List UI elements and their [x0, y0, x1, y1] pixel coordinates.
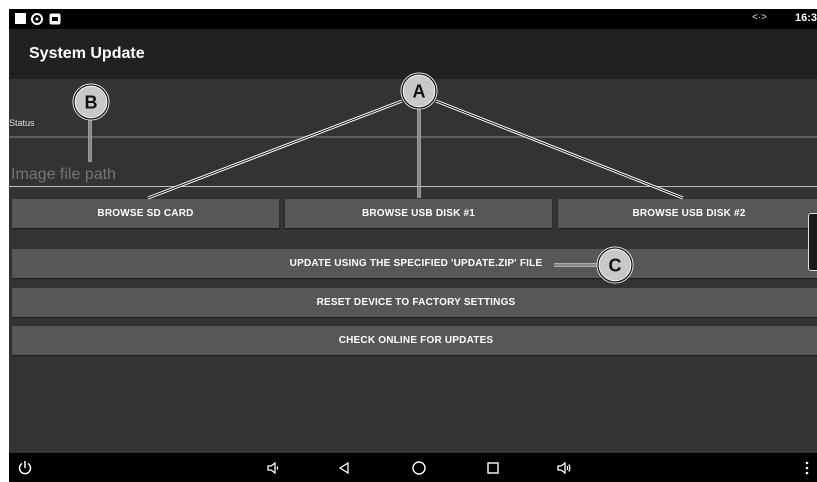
page-title: System Update [29, 45, 145, 62]
browse-usb-disk-2-button[interactable]: BROWSE USB DISK #2 [558, 199, 817, 228]
check-online-updates-button[interactable]: CHECK ONLINE FOR UPDATES [12, 326, 817, 355]
image-path-underline [9, 186, 817, 187]
home-icon[interactable] [409, 453, 429, 482]
app-bar: System Update [9, 29, 817, 79]
network-icon: <·> [751, 12, 767, 23]
update-from-zip-button[interactable]: UPDATE USING THE SPECIFIED 'UPDATE.ZIP' … [12, 249, 817, 278]
volume-down-icon[interactable] [263, 453, 283, 482]
eye-icon [31, 13, 43, 25]
recents-icon[interactable] [483, 453, 503, 482]
side-panel-handle[interactable] [808, 213, 817, 271]
android-screen: <·> 16:3 System Update Status BROWSE SD … [9, 9, 817, 482]
status-divider [9, 136, 817, 138]
status-bar: <·> 16:3 [9, 9, 817, 29]
volume-up-icon[interactable] [554, 453, 574, 482]
more-icon[interactable] [801, 453, 813, 482]
image-path-input[interactable] [11, 164, 817, 186]
navigation-bar [9, 453, 817, 482]
status-label: Status [9, 118, 35, 128]
app-icon [49, 13, 61, 25]
back-icon[interactable] [334, 453, 354, 482]
browse-usb-disk-1-button[interactable]: BROWSE USB DISK #1 [285, 199, 552, 228]
square-icon [15, 13, 26, 24]
browse-sd-card-button[interactable]: BROWSE SD CARD [12, 199, 279, 228]
power-icon[interactable] [15, 453, 35, 482]
clock: 16:3 [794, 12, 817, 24]
factory-reset-button[interactable]: RESET DEVICE TO FACTORY SETTINGS [12, 288, 817, 317]
